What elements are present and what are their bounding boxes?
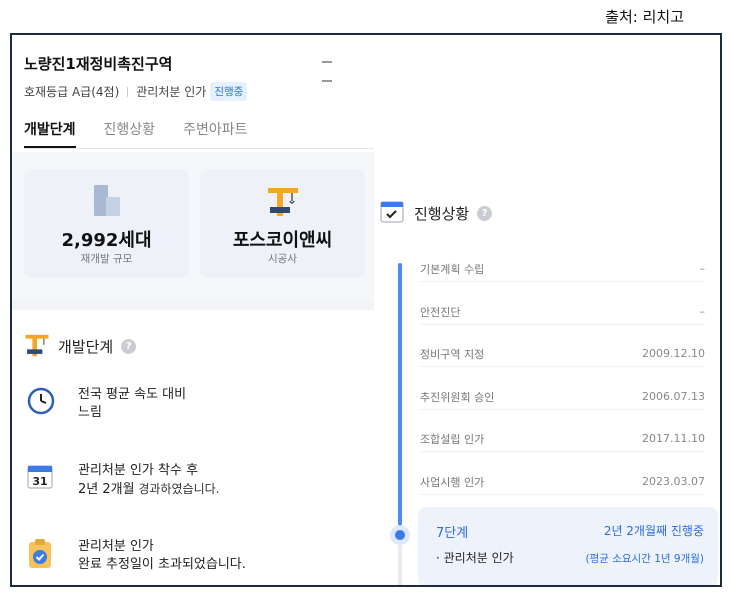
development-heading: 개발단계 ? bbox=[24, 331, 137, 361]
timeline-current-dot bbox=[390, 525, 410, 545]
grade-text: 호재등급 A급(4점) bbox=[24, 85, 120, 99]
scale-value: 2,992세대 bbox=[61, 230, 152, 251]
tab-progress[interactable]: 진행상황 bbox=[104, 119, 156, 148]
tab-bar: 개발단계 진행상황 주변아파트 bbox=[24, 119, 374, 149]
step-item: 사업시행 인가 2023.03.07 bbox=[420, 469, 705, 495]
step-date: 2006.07.13 bbox=[642, 390, 705, 403]
step-name: 추진위원회 승인 bbox=[420, 390, 495, 404]
right-panel: 진행상황 ? 기본계획 수립 – 안전진단 – 정비구역 지정 2009.12.… bbox=[374, 35, 720, 585]
elapsed-line1: 관리처분 인가 착수 후 bbox=[78, 463, 199, 478]
current-step-name: · 관리처분 인가 bbox=[436, 551, 514, 565]
scale-label: 재개발 규모 bbox=[80, 253, 133, 265]
help-icon[interactable]: ? bbox=[477, 205, 493, 221]
elapsed-info: 31 관리처분 인가 착수 후 2년 2개월 경과하였습니다. bbox=[26, 462, 219, 499]
calendar-check-icon bbox=[380, 199, 404, 227]
development-title: 개발단계 bbox=[58, 337, 114, 356]
completion-info: 관리처분 인가 완료 추정일이 초과되었습니다. bbox=[26, 538, 246, 574]
divider bbox=[127, 86, 129, 97]
completion-line2: 완료 추정일이 초과되었습니다. bbox=[78, 557, 246, 572]
area-subrow: 호재등급 A급(4점) 관리처분 인가 진행중 bbox=[24, 82, 248, 101]
progress-heading: 진행상황 ? bbox=[380, 199, 493, 227]
calendar-icon: 31 bbox=[26, 462, 60, 496]
app-frame: 노량진1재정비촉진구역 호재등급 A급(4점) 관리처분 인가 진행중 개발단계… bbox=[10, 33, 722, 587]
current-stage: 7단계 bbox=[436, 526, 469, 541]
step-date: – bbox=[699, 262, 706, 275]
building-icon bbox=[92, 183, 122, 221]
step-date: 2017.11.10 bbox=[642, 432, 705, 445]
source-caption: 출처: 리치고 bbox=[605, 8, 684, 26]
step-name: 안전진단 bbox=[420, 305, 461, 319]
step-item: 안전진단 – bbox=[420, 299, 705, 325]
step-item: 정비구역 지정 2009.12.10 bbox=[420, 341, 705, 367]
timeline-progress bbox=[398, 263, 402, 533]
current-elapsed: 2년 2개월째 진행중 bbox=[603, 524, 704, 538]
crane-icon bbox=[266, 183, 300, 221]
section-divider bbox=[12, 300, 374, 310]
step-name: 조합설립 인가 bbox=[420, 432, 485, 446]
completion-line1: 관리처분 인가 bbox=[78, 539, 154, 554]
tab-development[interactable]: 개발단계 bbox=[24, 119, 76, 148]
progress-title: 진행상황 bbox=[414, 204, 470, 223]
status-text: 관리처분 인가 bbox=[136, 85, 207, 99]
clipboard-check-icon bbox=[26, 538, 60, 572]
step-item: 추진위원회 승인 2006.07.13 bbox=[420, 384, 705, 410]
speed-info: 전국 평균 속도 대비 느림 bbox=[26, 386, 186, 422]
builder-value: 포스코이앤씨 bbox=[232, 230, 333, 251]
step-date: 2009.12.10 bbox=[642, 347, 705, 360]
step-item: 기본계획 수립 – bbox=[420, 256, 705, 282]
status-badge: 진행중 bbox=[210, 82, 248, 101]
step-name: 기본계획 수립 bbox=[420, 262, 485, 276]
tab-nearby-apartments[interactable]: 주변아파트 bbox=[183, 119, 247, 148]
elapsed-duration: 2년 2개월 bbox=[78, 482, 135, 497]
step-date: 2023.03.07 bbox=[642, 475, 705, 488]
step-date: – bbox=[699, 305, 706, 318]
left-panel: 노량진1재정비촉진구역 호재등급 A급(4점) 관리처분 인가 진행중 개발단계… bbox=[12, 35, 374, 585]
crane-icon bbox=[24, 331, 50, 361]
step-item: 조합설립 인가 2017.11.10 bbox=[420, 426, 705, 452]
step-name: 사업시행 인가 bbox=[420, 475, 485, 489]
summary-cards: 2,992세대 재개발 규모 포스코이앤씨 시공사 bbox=[12, 152, 374, 300]
calendar-day: 31 bbox=[32, 475, 47, 488]
help-icon[interactable]: ? bbox=[121, 338, 137, 354]
current-step-card: 7단계 2년 2개월째 진행중 · 관리처분 인가 (평균 소요시간 1년 9개… bbox=[418, 507, 718, 585]
window-controls bbox=[322, 48, 374, 86]
builder-card: 포스코이앤씨 시공사 bbox=[200, 169, 365, 278]
elapsed-suffix: 경과하였습니다. bbox=[134, 482, 220, 496]
clock-icon bbox=[26, 386, 60, 420]
current-average-duration: (평균 소요시간 1년 9개월) bbox=[585, 553, 704, 565]
elapsed-line2: 2년 2개월 경과하였습니다. bbox=[78, 480, 219, 499]
area-title: 노량진1재정비촉진구역 bbox=[24, 55, 173, 73]
scale-card: 2,992세대 재개발 규모 bbox=[24, 169, 189, 278]
step-name: 정비구역 지정 bbox=[420, 347, 485, 361]
speed-line2: 느림 bbox=[78, 405, 102, 420]
speed-line1: 전국 평균 속도 대비 bbox=[78, 387, 187, 402]
builder-label: 시공사 bbox=[268, 253, 297, 265]
